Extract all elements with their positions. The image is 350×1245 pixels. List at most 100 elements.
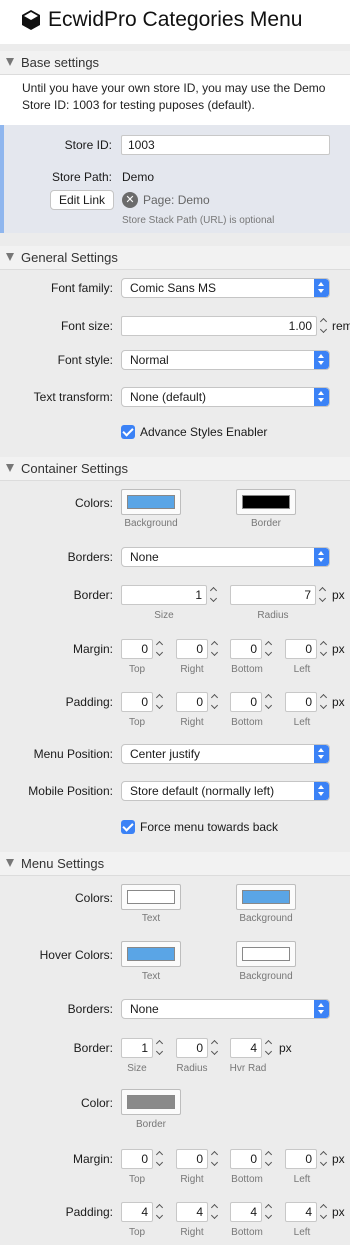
- collapse-triangle-icon[interactable]: [6, 464, 14, 472]
- container-margin-right-input[interactable]: 0: [176, 639, 208, 659]
- container-borders-label: Borders:: [67, 550, 113, 564]
- container-margin-bottom-stepper[interactable]: [265, 639, 275, 659]
- side-caption-bottom: Bottom: [231, 1227, 263, 1238]
- container-margin-left-input[interactable]: 0: [285, 639, 317, 659]
- select-arrows-icon: [314, 745, 329, 763]
- menu-border-hvr-rad-input[interactable]: 4: [230, 1038, 262, 1058]
- container-border-radius-stepper[interactable]: [319, 585, 329, 605]
- container-padding-right-stepper[interactable]: [211, 692, 221, 712]
- menu-border-size-input[interactable]: 1: [121, 1038, 153, 1058]
- store-id-label: Store ID:: [64, 138, 112, 152]
- menu-border-color-caption: Border: [135, 1119, 166, 1130]
- container-background-swatch: [127, 495, 175, 509]
- menu-background-color-well[interactable]: [236, 884, 296, 910]
- side-caption-right: Right: [180, 1227, 204, 1238]
- container-background-color-well[interactable]: [121, 489, 181, 515]
- font-family-select[interactable]: Comic Sans MS: [121, 278, 330, 298]
- container-border-size-stepper[interactable]: [210, 585, 220, 605]
- hover-text-color-well[interactable]: [121, 941, 181, 967]
- text-transform-select[interactable]: None (default): [121, 387, 330, 407]
- base-note: Until you have your own store ID, you ma…: [22, 81, 326, 112]
- menu-borders-select[interactable]: None: [121, 999, 330, 1019]
- menu-padding-top-stepper[interactable]: [156, 1202, 166, 1222]
- store-id-input[interactable]: 1003: [121, 135, 330, 155]
- section-header-base[interactable]: Base settings: [0, 51, 350, 75]
- mobile-position-value: Store default (normally left): [130, 784, 275, 798]
- clear-path-icon[interactable]: ✕: [122, 192, 138, 208]
- container-padding-right-input[interactable]: 0: [176, 692, 208, 712]
- menu-padding-left-stepper[interactable]: [320, 1202, 330, 1222]
- side-caption-top: Top: [128, 717, 146, 728]
- force-back-checkbox[interactable]: [121, 820, 135, 834]
- font-style-value: Normal: [130, 353, 169, 367]
- menu-border-color-swatch: [127, 1095, 175, 1109]
- menu-text-color-well[interactable]: [121, 884, 181, 910]
- menu-margin-left-input[interactable]: 0: [285, 1149, 317, 1169]
- menu-position-select[interactable]: Center justify: [121, 744, 330, 764]
- hover-background-caption: Background: [239, 971, 293, 982]
- menu-border-color-well[interactable]: [121, 1089, 181, 1115]
- container-margin-left-stepper[interactable]: [320, 639, 330, 659]
- advance-styles-label: Advance Styles Enabler: [140, 425, 268, 439]
- mobile-position-select[interactable]: Store default (normally left): [121, 781, 330, 801]
- menu-border-hvr-rad-stepper[interactable]: [265, 1038, 275, 1058]
- menu-margin-right-stepper[interactable]: [211, 1149, 221, 1169]
- menu-padding-right-input[interactable]: 4: [176, 1202, 208, 1222]
- menu-padding-left-input[interactable]: 4: [285, 1202, 317, 1222]
- container-border-color-well[interactable]: [236, 489, 296, 515]
- container-padding-top-input[interactable]: 0: [121, 692, 153, 712]
- section-header-general[interactable]: General Settings: [0, 246, 350, 270]
- side-caption-left: Left: [293, 1174, 311, 1185]
- edit-link-button[interactable]: Edit Link: [50, 190, 114, 210]
- menu-margin-bottom-input[interactable]: 0: [230, 1149, 262, 1169]
- menu-padding-bottom-stepper[interactable]: [265, 1202, 275, 1222]
- font-size-label: Font size:: [60, 319, 113, 333]
- menu-padding-unit: px: [332, 1205, 345, 1219]
- menu-padding-bottom-input[interactable]: 4: [230, 1202, 262, 1222]
- container-padding-bottom-stepper[interactable]: [265, 692, 275, 712]
- container-padding-left-input[interactable]: 0: [285, 692, 317, 712]
- container-margin-bottom-input[interactable]: 0: [230, 639, 262, 659]
- advance-styles-checkbox[interactable]: [121, 425, 135, 439]
- menu-padding-right-stepper[interactable]: [211, 1202, 221, 1222]
- collapse-triangle-icon[interactable]: [6, 253, 14, 261]
- container-margin-top-input[interactable]: 0: [121, 639, 153, 659]
- container-border-radius-input[interactable]: 7: [230, 585, 316, 605]
- container-border-size-input[interactable]: 1: [121, 585, 207, 605]
- container-background-caption: Background: [124, 518, 178, 529]
- container-margin-top-stepper[interactable]: [156, 639, 166, 659]
- container-borders-select[interactable]: None: [121, 547, 330, 567]
- container-padding-bottom-input[interactable]: 0: [230, 692, 262, 712]
- collapse-triangle-icon[interactable]: [6, 859, 14, 867]
- menu-margin-right-input[interactable]: 0: [176, 1149, 208, 1169]
- container-padding-left-stepper[interactable]: [320, 692, 330, 712]
- menu-border-radius-input[interactable]: 0: [176, 1038, 208, 1058]
- section-header-container[interactable]: Container Settings: [0, 457, 350, 481]
- menu-border-label: Border:: [73, 1041, 113, 1055]
- menu-padding-top-input[interactable]: 4: [121, 1202, 153, 1222]
- hover-background-color-well[interactable]: [236, 941, 296, 967]
- hover-colors-label: Hover Colors:: [39, 948, 113, 962]
- menu-color-label: Color:: [80, 1096, 113, 1110]
- menu-margin-top-stepper[interactable]: [156, 1149, 166, 1169]
- font-size-stepper[interactable]: [320, 316, 330, 336]
- menu-border-radius-caption: Radius: [176, 1063, 208, 1074]
- menu-border-hvr-rad-caption: Hvr Rad: [229, 1063, 267, 1074]
- container-margin-right-stepper[interactable]: [211, 639, 221, 659]
- menu-margin-left-stepper[interactable]: [320, 1149, 330, 1169]
- select-arrows-icon: [314, 279, 329, 297]
- collapse-triangle-icon[interactable]: [6, 58, 14, 66]
- container-colors-label: Colors:: [74, 496, 113, 510]
- section-header-menu[interactable]: Menu Settings: [0, 852, 350, 876]
- font-style-select[interactable]: Normal: [121, 350, 330, 370]
- menu-border-size-stepper[interactable]: [156, 1038, 166, 1058]
- menu-margin-top-input[interactable]: 0: [121, 1149, 153, 1169]
- menu-colors-label: Colors:: [74, 891, 113, 905]
- container-padding-top-stepper[interactable]: [156, 692, 166, 712]
- container-padding-unit: px: [332, 695, 345, 709]
- font-size-input[interactable]: 1.00: [121, 316, 317, 336]
- select-arrows-icon: [314, 351, 329, 369]
- side-caption-top: Top: [128, 664, 146, 675]
- menu-margin-bottom-stepper[interactable]: [265, 1149, 275, 1169]
- menu-border-radius-stepper[interactable]: [211, 1038, 221, 1058]
